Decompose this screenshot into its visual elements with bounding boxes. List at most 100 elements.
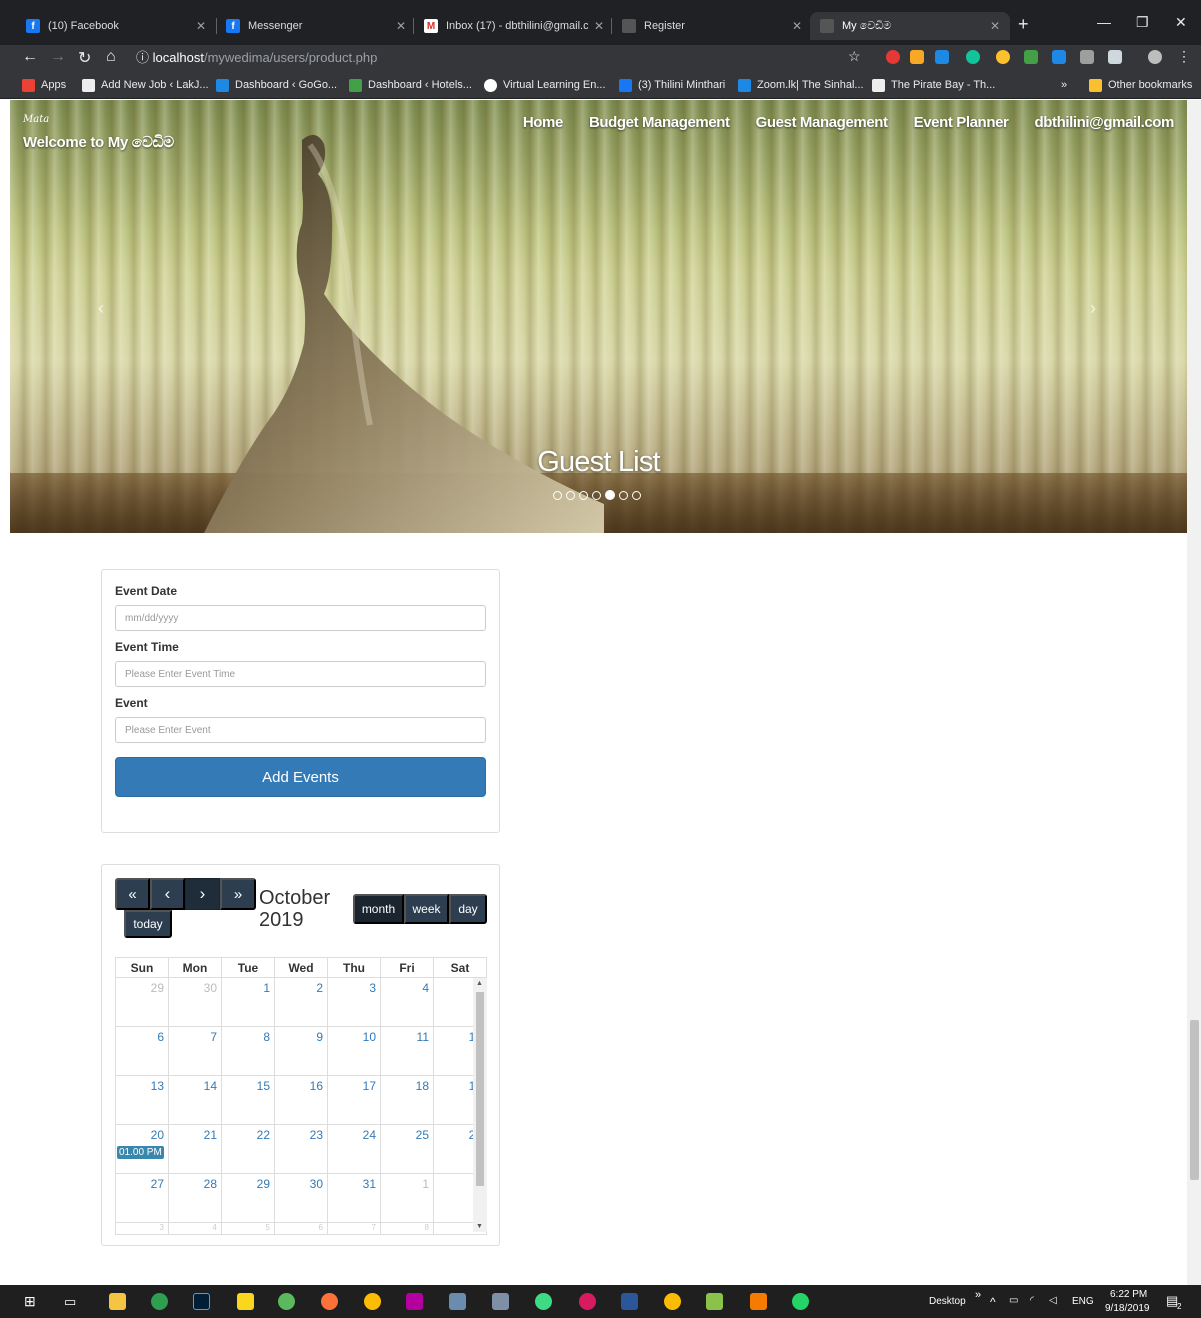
more-icon[interactable]: » — [975, 1289, 981, 1301]
close-icon[interactable]: ✕ — [594, 19, 604, 33]
file-explorer-icon[interactable] — [109, 1293, 126, 1310]
event-date-input[interactable] — [115, 605, 486, 631]
nav-guest-management[interactable]: Guest Management — [756, 114, 888, 131]
calendar-day-cell[interactable]: 29 — [115, 977, 169, 1027]
close-icon[interactable]: ✕ — [196, 19, 206, 33]
calendar-day-cell[interactable]: 11 — [380, 1026, 434, 1076]
window-close-icon[interactable]: ✕ — [1175, 14, 1187, 31]
back-icon[interactable]: ← — [22, 48, 38, 66]
calendar-day-cell[interactable]: 21 — [168, 1124, 222, 1174]
prev-month-button[interactable]: ‹ — [150, 878, 185, 910]
extension-icon[interactable] — [996, 50, 1010, 64]
clock-date[interactable]: 9/18/2019 — [1105, 1303, 1150, 1314]
app-icon[interactable] — [278, 1293, 295, 1310]
chrome-icon[interactable] — [364, 1293, 381, 1310]
carousel-indicator[interactable] — [592, 491, 601, 500]
tab-messenger[interactable]: f Messenger ✕ — [216, 12, 416, 40]
calendar-day-cell[interactable]: 30 — [274, 1173, 328, 1223]
app-icon[interactable] — [449, 1293, 466, 1310]
whatsapp-icon[interactable] — [792, 1293, 809, 1310]
carousel-indicator[interactable] — [619, 491, 628, 500]
next-month-button[interactable]: › — [185, 878, 220, 910]
calendar-day-cell[interactable]: 28 — [168, 1173, 222, 1223]
extension-icon[interactable] — [910, 50, 924, 64]
forward-icon[interactable]: → — [50, 48, 66, 66]
calendar-day-cell[interactable]: 9 — [274, 1026, 328, 1076]
download-icon[interactable] — [1052, 50, 1066, 64]
bookmark-item[interactable]: Dashboard ‹ GoGo... — [216, 77, 337, 93]
clock-time[interactable]: 6:22 PM — [1110, 1289, 1147, 1300]
calendar-day-cell[interactable]: 13 — [115, 1075, 169, 1125]
new-tab-icon[interactable]: + — [1018, 14, 1029, 35]
carousel-indicator[interactable] — [579, 491, 588, 500]
reload-icon[interactable]: ↻ — [78, 48, 91, 68]
bookmark-other[interactable]: Other bookmarks — [1089, 77, 1192, 93]
app-icon[interactable] — [750, 1293, 767, 1310]
nav-home[interactable]: Home — [523, 114, 563, 131]
today-button[interactable]: today — [124, 910, 172, 938]
site-logo[interactable]: Mata — [23, 114, 69, 132]
extension-icon[interactable] — [1024, 50, 1038, 64]
avatar[interactable] — [1148, 50, 1162, 64]
calendar-day-cell[interactable]: 17 — [327, 1075, 381, 1125]
info-icon[interactable]: ⓘ — [136, 50, 149, 65]
calendar-day-cell[interactable]: 8 — [380, 1222, 434, 1235]
month-view-button[interactable]: month — [353, 894, 404, 924]
task-view-icon[interactable]: ▭ — [64, 1294, 76, 1310]
calendar-day-cell[interactable]: 22 — [221, 1124, 275, 1174]
app-icon[interactable] — [579, 1293, 596, 1310]
star-icon[interactable]: ☆ — [848, 48, 861, 65]
app-icon[interactable] — [237, 1293, 254, 1310]
battery-icon[interactable]: ▭ — [1009, 1295, 1018, 1306]
calendar-day-cell[interactable]: 1 — [380, 1173, 434, 1223]
calendar-day-cell[interactable]: 14 — [168, 1075, 222, 1125]
calendar-day-cell[interactable]: 31 — [327, 1173, 381, 1223]
calendar-day-cell[interactable]: 5 — [221, 1222, 275, 1235]
carousel-indicator[interactable] — [632, 491, 641, 500]
app-icon[interactable] — [492, 1293, 509, 1310]
calendar-day-cell[interactable]: 24 — [327, 1124, 381, 1174]
app-icon[interactable] — [706, 1293, 723, 1310]
calendar-day-cell[interactable]: 23 — [274, 1124, 328, 1174]
carousel-indicator[interactable] — [605, 490, 615, 500]
start-icon[interactable]: ⊞ — [24, 1293, 36, 1310]
minimize-icon[interactable]: — — [1097, 14, 1111, 30]
wifi-icon[interactable]: ◜ — [1030, 1295, 1034, 1306]
bookmark-apps[interactable]: Apps — [22, 77, 66, 93]
calendar-day-cell[interactable]: 3 — [115, 1222, 169, 1235]
nav-user-email[interactable]: dbthilini@gmail.com — [1034, 114, 1174, 131]
day-view-button[interactable]: day — [449, 894, 487, 924]
calendar-scrollbar[interactable]: ▲ ▼ — [473, 978, 487, 1232]
tab-gmail[interactable]: M Inbox (17) - dbthilini@gmail.co ✕ — [414, 12, 614, 40]
calendar-day-cell[interactable]: 7 — [168, 1026, 222, 1076]
nav-budget-management[interactable]: Budget Management — [589, 114, 730, 131]
extension-icon[interactable] — [1080, 50, 1094, 64]
scroll-thumb[interactable] — [476, 992, 484, 1186]
bookmark-item[interactable]: Zoom.lk| The Sinhal... — [738, 77, 864, 93]
event-time-input[interactable] — [115, 661, 486, 687]
calendar-day-cell[interactable]: 10 — [327, 1026, 381, 1076]
calendar-event[interactable]: 01.00 PM — [117, 1146, 164, 1159]
calendar-day-cell[interactable]: 29 — [221, 1173, 275, 1223]
close-icon[interactable]: ✕ — [990, 19, 1000, 33]
site-brand[interactable]: Welcome to My වෙඩිම — [23, 134, 174, 151]
tab-facebook[interactable]: f (10) Facebook ✕ — [16, 12, 216, 40]
bookmark-item[interactable]: (3) Thilini Minthari — [619, 77, 725, 93]
calendar-day-cell[interactable]: 27 — [115, 1173, 169, 1223]
scroll-up-icon[interactable]: ▲ — [476, 980, 483, 987]
add-events-button[interactable]: Add Events — [115, 757, 486, 797]
more-bookmarks-button[interactable]: » — [1061, 77, 1067, 93]
bookmark-item[interactable]: Virtual Learning En... — [484, 77, 606, 93]
firefox-icon[interactable] — [321, 1293, 338, 1310]
volume-icon[interactable]: ◁ — [1049, 1295, 1057, 1306]
bookmark-item[interactable]: Add New Job ‹ LakJ... — [82, 77, 209, 93]
next-year-button[interactable]: » — [220, 878, 256, 910]
address-bar[interactable]: ⓘ localhost/mywedima/users/product.php — [136, 47, 876, 69]
scroll-down-icon[interactable]: ▼ — [476, 1223, 483, 1230]
language-indicator[interactable]: ENG — [1072, 1296, 1094, 1307]
nav-event-planner[interactable]: Event Planner — [914, 114, 1009, 131]
grammarly-icon[interactable] — [966, 50, 980, 64]
android-studio-icon[interactable] — [535, 1293, 552, 1310]
page-scroll-thumb[interactable] — [1190, 1020, 1199, 1180]
app-icon[interactable] — [406, 1293, 423, 1310]
